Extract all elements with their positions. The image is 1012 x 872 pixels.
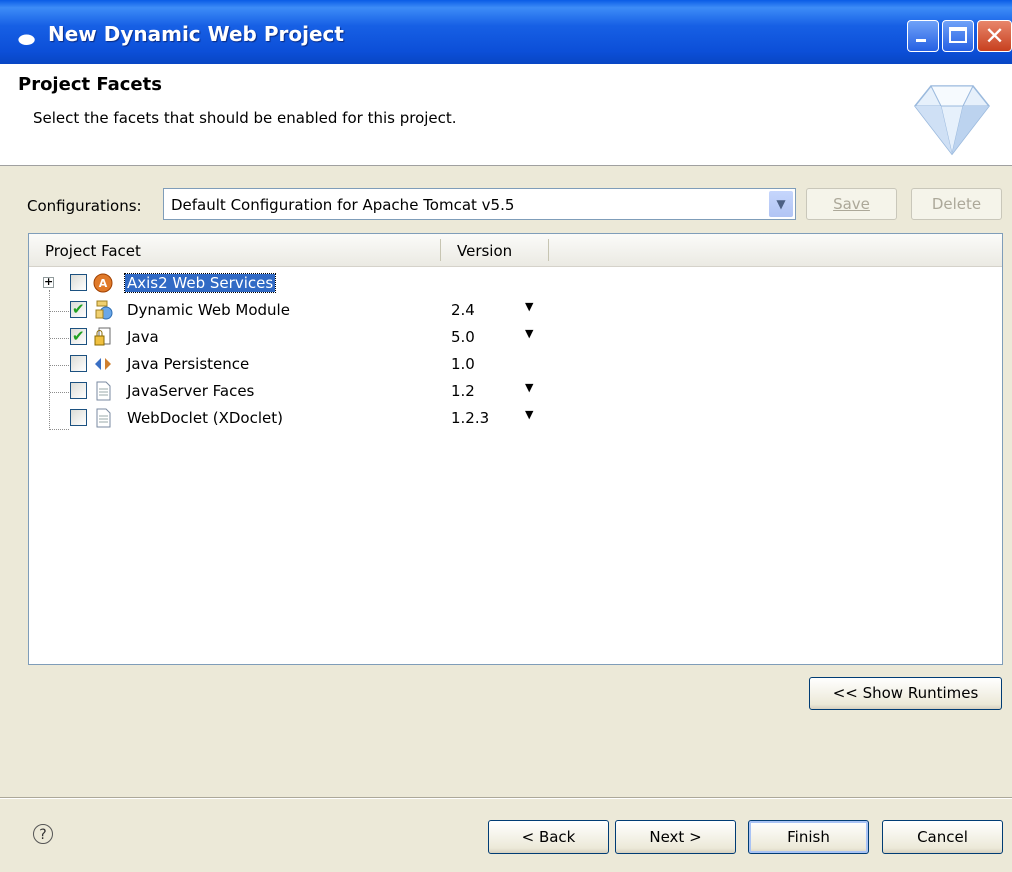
next-button[interactable]: Next > bbox=[615, 820, 736, 854]
configurations-value: Default Configuration for Apache Tomcat … bbox=[171, 196, 515, 214]
column-divider[interactable] bbox=[548, 239, 549, 261]
minimize-icon bbox=[916, 39, 926, 42]
expand-plus-icon[interactable]: + bbox=[43, 276, 54, 288]
table-row[interactable]: + A Axis2 Web Services bbox=[29, 271, 1002, 298]
table-row[interactable]: Dynamic Web Module 2.4 ▼ bbox=[29, 298, 1002, 325]
column-project-facet[interactable]: Project Facet bbox=[45, 242, 141, 260]
configurations-combo[interactable]: Default Configuration for Apache Tomcat … bbox=[163, 188, 796, 220]
facet-checkbox[interactable] bbox=[70, 327, 87, 345]
java-lock-icon bbox=[93, 327, 113, 347]
web-module-icon bbox=[93, 300, 113, 320]
facet-name: Axis2 Web Services bbox=[123, 273, 277, 293]
column-version[interactable]: Version bbox=[457, 242, 512, 260]
document-icon bbox=[93, 381, 113, 401]
cancel-button[interactable]: Cancel bbox=[882, 820, 1003, 854]
cancel-button-label: Cancel bbox=[917, 828, 968, 846]
facet-checkbox[interactable] bbox=[70, 355, 87, 372]
maximize-button[interactable] bbox=[942, 20, 974, 52]
footer-divider bbox=[0, 797, 1012, 799]
facets-gem-icon bbox=[914, 85, 990, 156]
document-icon bbox=[93, 408, 113, 428]
facet-checkbox[interactable] bbox=[70, 274, 87, 291]
facet-name: Java Persistence bbox=[127, 355, 250, 373]
close-icon: ✕ bbox=[984, 22, 1005, 50]
facet-checkbox[interactable] bbox=[70, 409, 87, 426]
facet-version[interactable]: 2.4 bbox=[451, 301, 475, 319]
facets-table[interactable]: Project Facet Version + A Axis2 Web Serv… bbox=[28, 233, 1003, 665]
table-row[interactable]: JavaServer Faces 1.2 ▼ bbox=[29, 379, 1002, 406]
chevron-down-icon[interactable]: ▼ bbox=[525, 327, 533, 340]
finish-button[interactable]: Finish bbox=[748, 820, 869, 854]
save-button[interactable]: Save bbox=[806, 188, 897, 220]
table-row[interactable]: Java Persistence 1.0 bbox=[29, 352, 1002, 379]
close-button[interactable]: ✕ bbox=[977, 20, 1012, 52]
page-title: Project Facets bbox=[18, 74, 162, 95]
show-runtimes-label: << Show Runtimes bbox=[832, 684, 979, 702]
next-button-label: Next > bbox=[649, 828, 702, 846]
page-description: Select the facets that should be enabled… bbox=[33, 109, 457, 127]
facet-version[interactable]: 1.2.3 bbox=[451, 409, 489, 427]
table-header: Project Facet Version bbox=[29, 234, 1002, 267]
show-runtimes-button[interactable]: << Show Runtimes bbox=[809, 677, 1002, 710]
minimize-button[interactable] bbox=[907, 20, 939, 52]
chevron-down-icon[interactable]: ▼ bbox=[525, 300, 533, 313]
chevron-down-icon[interactable]: ▼ bbox=[769, 191, 793, 217]
maximize-icon bbox=[949, 27, 967, 43]
table-row[interactable]: Java 5.0 ▼ bbox=[29, 325, 1002, 352]
wizard-header: Project Facets Select the facets that sh… bbox=[0, 64, 1012, 166]
svg-text:A: A bbox=[99, 277, 108, 290]
window-title: New Dynamic Web Project bbox=[48, 22, 344, 46]
configurations-label: Configurations: bbox=[27, 197, 142, 215]
help-icon[interactable]: ? bbox=[33, 824, 53, 844]
facet-version[interactable]: 1.2 bbox=[451, 382, 475, 400]
facet-checkbox[interactable] bbox=[70, 382, 87, 399]
save-button-label: Save bbox=[833, 195, 870, 213]
persistence-icon bbox=[93, 354, 113, 374]
facet-version: 1.0 bbox=[451, 355, 475, 373]
axis2-icon: A bbox=[93, 273, 113, 293]
back-button-label: < Back bbox=[521, 828, 576, 846]
facet-name: WebDoclet (XDoclet) bbox=[127, 409, 283, 427]
chevron-down-icon[interactable]: ▼ bbox=[525, 381, 533, 394]
facet-name: Dynamic Web Module bbox=[127, 301, 290, 319]
title-bar[interactable]: ⬬ New Dynamic Web Project ✕ bbox=[0, 0, 1012, 64]
facet-checkbox[interactable] bbox=[70, 300, 87, 318]
delete-button[interactable]: Delete bbox=[911, 188, 1002, 220]
facet-name: Java bbox=[127, 328, 159, 346]
table-row[interactable]: WebDoclet (XDoclet) 1.2.3 ▼ bbox=[29, 406, 1002, 433]
chevron-down-icon[interactable]: ▼ bbox=[525, 408, 533, 421]
facet-name: JavaServer Faces bbox=[127, 382, 255, 400]
back-button[interactable]: < Back bbox=[488, 820, 609, 854]
finish-button-label: Finish bbox=[787, 828, 830, 846]
delete-button-label: Delete bbox=[931, 195, 982, 213]
column-divider[interactable] bbox=[440, 239, 441, 261]
eclipse-icon: ⬬ bbox=[18, 27, 36, 51]
facet-version[interactable]: 5.0 bbox=[451, 328, 475, 346]
